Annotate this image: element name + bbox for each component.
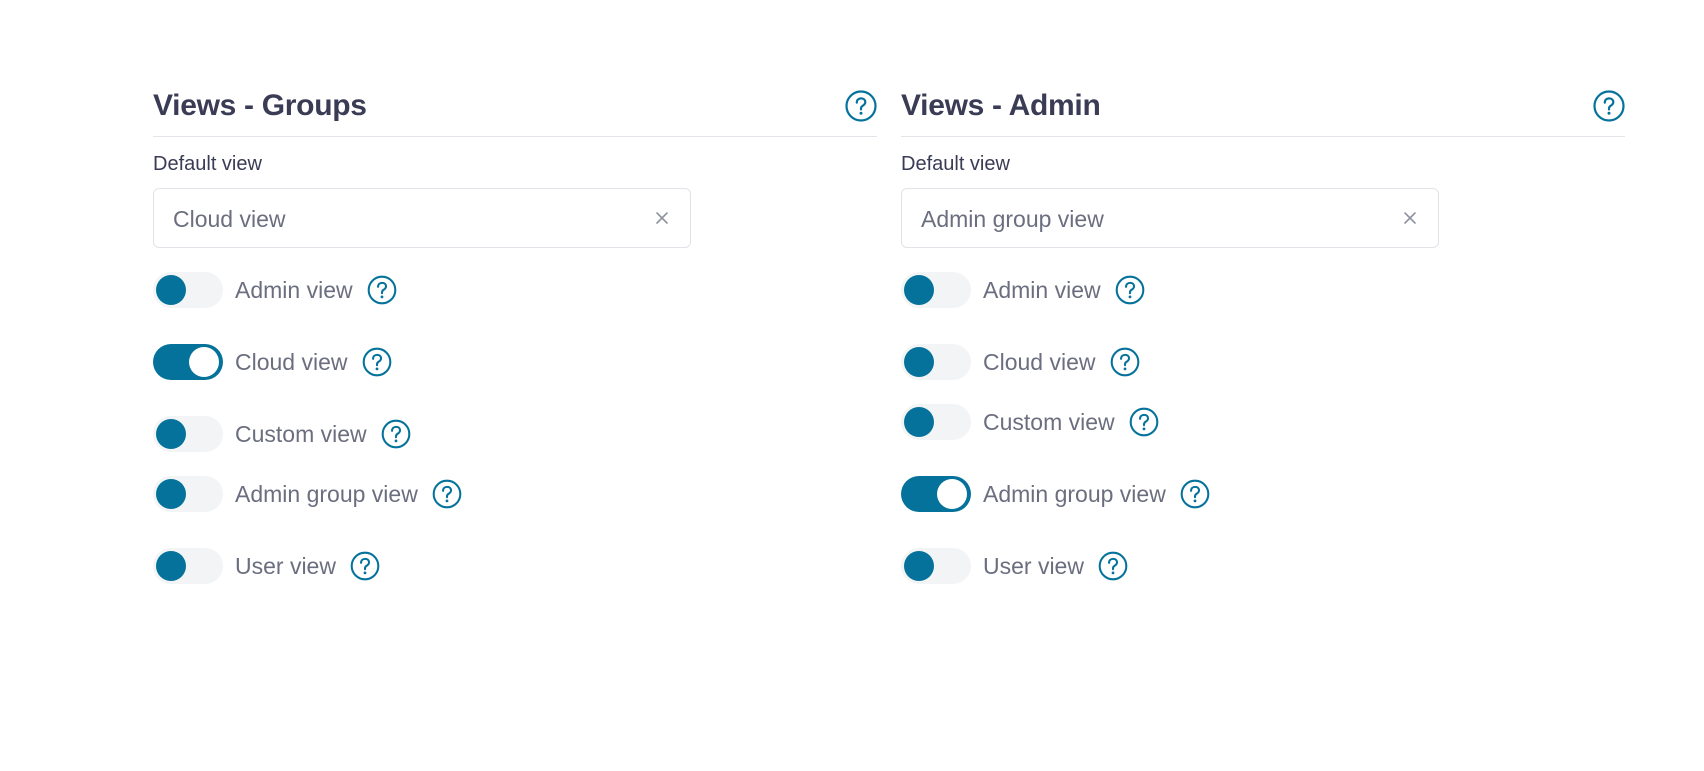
- toggle-knob: [189, 347, 219, 377]
- default-view-value: Cloud view: [173, 206, 286, 232]
- help-circle-icon[interactable]: [432, 479, 462, 509]
- toggle-label: Cloud view: [983, 349, 1096, 375]
- panel-header: Views - Admin: [901, 88, 1625, 137]
- default-view-select[interactable]: Cloud view: [153, 188, 691, 248]
- toggle-row-admin-group-view: Admin group view: [153, 474, 462, 514]
- toggle-knob: [156, 275, 186, 305]
- user-view-toggle[interactable]: [901, 548, 971, 584]
- help-circle-icon[interactable]: [367, 275, 397, 305]
- toggle-row-admin-group-view: Admin group view: [901, 474, 1210, 514]
- help-circle-icon[interactable]: [350, 551, 380, 581]
- default-view-value: Admin group view: [921, 206, 1104, 232]
- help-circle-icon[interactable]: [381, 419, 411, 449]
- panel-header: Views - Groups: [153, 88, 877, 137]
- toggle-row-user-view: User view: [901, 546, 1128, 586]
- panel-title: Views - Admin: [901, 89, 1101, 122]
- toggle-row-custom-view: Custom view: [153, 414, 411, 454]
- cloud-view-toggle[interactable]: [901, 344, 971, 380]
- custom-view-toggle[interactable]: [901, 404, 971, 440]
- toggle-knob: [156, 419, 186, 449]
- toggle-row-admin-view: Admin view: [153, 270, 397, 310]
- help-circle-icon[interactable]: [1115, 275, 1145, 305]
- toggle-label: Admin view: [235, 277, 353, 303]
- help-circle-icon[interactable]: [845, 90, 877, 122]
- toggle-row-custom-view: Custom view: [901, 402, 1159, 442]
- toggle-label: Admin group view: [235, 481, 418, 507]
- toggle-knob: [904, 347, 934, 377]
- toggle-label: Custom view: [235, 421, 367, 447]
- toggle-label: Custom view: [983, 409, 1115, 435]
- help-circle-icon[interactable]: [1180, 479, 1210, 509]
- admin-group-view-toggle[interactable]: [901, 476, 971, 512]
- toggle-knob: [937, 479, 967, 509]
- cloud-view-toggle[interactable]: [153, 344, 223, 380]
- toggle-knob: [904, 275, 934, 305]
- help-circle-icon[interactable]: [1593, 90, 1625, 122]
- toggle-knob: [156, 479, 186, 509]
- admin-view-toggle[interactable]: [901, 272, 971, 308]
- close-icon[interactable]: [1402, 210, 1418, 226]
- user-view-toggle[interactable]: [153, 548, 223, 584]
- toggle-label: User view: [235, 553, 336, 579]
- views-admin-panel: Views - Admin Default view Admin group v…: [901, 88, 1625, 584]
- toggle-label: Admin group view: [983, 481, 1166, 507]
- toggle-row-cloud-view: Cloud view: [901, 342, 1140, 382]
- admin-group-view-toggle[interactable]: [153, 476, 223, 512]
- toggle-knob: [904, 551, 934, 581]
- toggle-row-admin-view: Admin view: [901, 270, 1145, 310]
- views-groups-panel: Views - Groups Default view Cloud view A…: [153, 88, 877, 584]
- close-icon[interactable]: [654, 210, 670, 226]
- default-view-label: Default view: [153, 153, 262, 175]
- panel-title: Views - Groups: [153, 89, 367, 122]
- help-circle-icon[interactable]: [1110, 347, 1140, 377]
- toggle-label: Admin view: [983, 277, 1101, 303]
- toggle-row-cloud-view: Cloud view: [153, 342, 392, 382]
- help-circle-icon[interactable]: [362, 347, 392, 377]
- default-view-label: Default view: [901, 153, 1010, 175]
- toggle-row-user-view: User view: [153, 546, 380, 586]
- help-circle-icon[interactable]: [1098, 551, 1128, 581]
- default-view-select[interactable]: Admin group view: [901, 188, 1439, 248]
- custom-view-toggle[interactable]: [153, 416, 223, 452]
- toggle-label: User view: [983, 553, 1084, 579]
- toggle-knob: [156, 551, 186, 581]
- help-circle-icon[interactable]: [1129, 407, 1159, 437]
- toggle-label: Cloud view: [235, 349, 348, 375]
- admin-view-toggle[interactable]: [153, 272, 223, 308]
- toggle-knob: [904, 407, 934, 437]
